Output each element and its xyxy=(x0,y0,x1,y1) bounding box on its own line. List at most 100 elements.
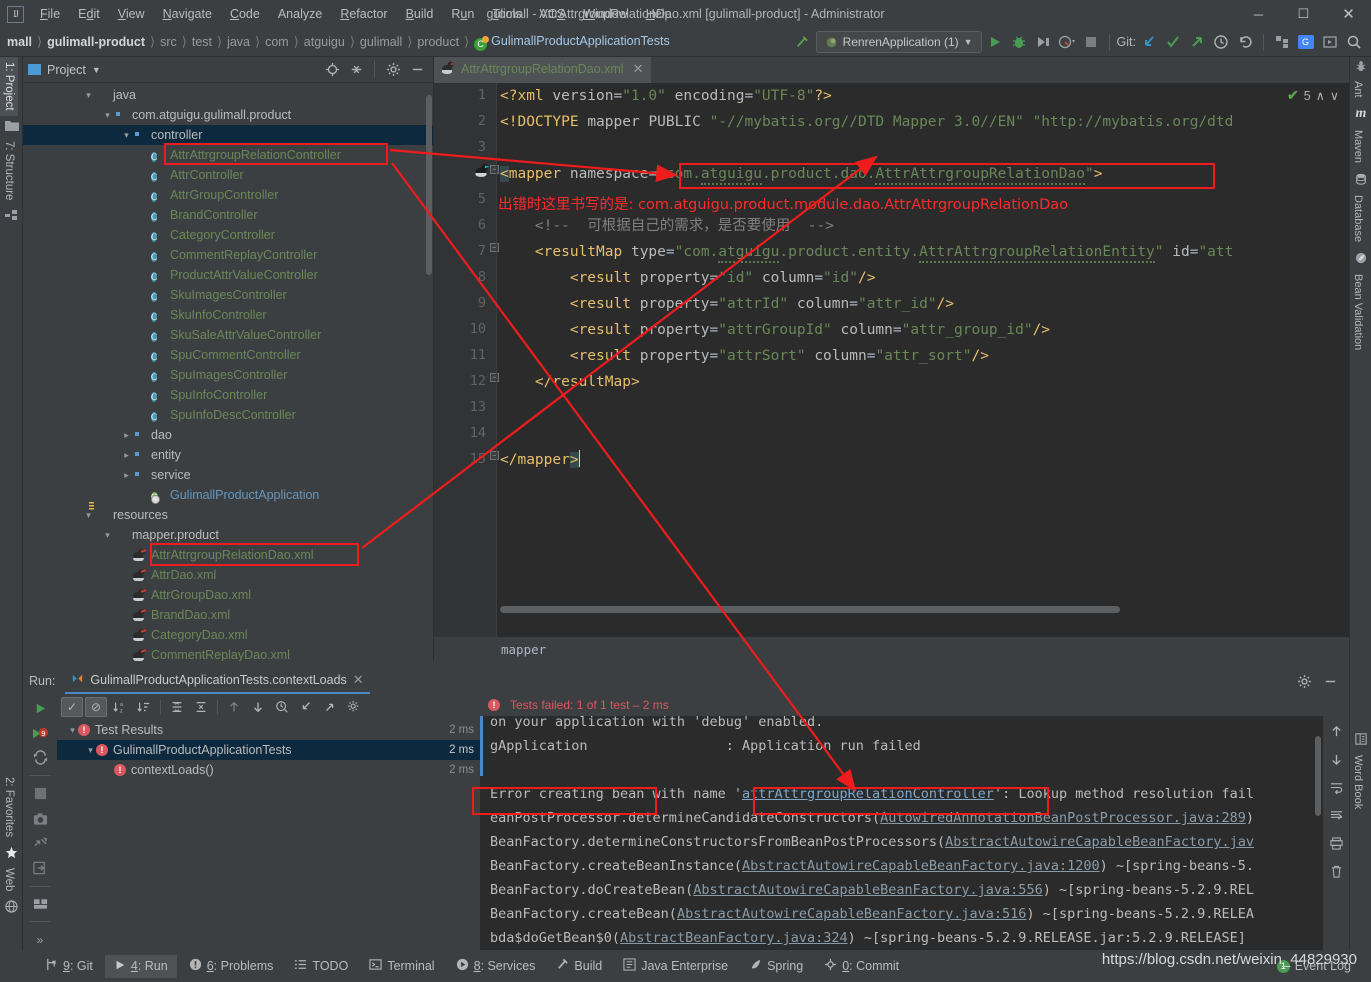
tree-expand-arrow[interactable]: ▾ xyxy=(102,110,113,121)
editor-body[interactable]: 123456789101112131415−−−− ✔ 5 ∧ ∨ <?xml … xyxy=(434,83,1349,637)
git-push-icon[interactable] xyxy=(1186,31,1208,53)
build-hammer-icon[interactable] xyxy=(792,31,814,53)
status-bar-item-run[interactable]: 4: Run xyxy=(104,954,177,978)
translate-icon[interactable]: G xyxy=(1295,31,1317,53)
preview-icon[interactable] xyxy=(1319,31,1341,53)
project-tree-row[interactable]: ▾ controller xyxy=(23,125,433,145)
chevron-down-icon[interactable]: ▼ xyxy=(92,65,101,75)
profiler-icon[interactable] xyxy=(1056,31,1078,53)
screenshot-icon[interactable] xyxy=(29,808,51,829)
menu-refactor[interactable]: Refactor xyxy=(331,4,396,24)
tool-tab-ant[interactable]: Ant xyxy=(1350,75,1366,104)
project-tree-row[interactable]: C SpuImagesController xyxy=(23,365,433,385)
tool-tab-word-book[interactable]: Word Book xyxy=(1350,749,1366,815)
clear-all-icon[interactable] xyxy=(1325,860,1347,882)
test-expand-arrow[interactable]: ▾ xyxy=(67,725,78,736)
menu-tools[interactable]: Tools xyxy=(483,4,530,24)
project-tree-row[interactable]: C SkuSaleAttrValueController xyxy=(23,325,433,345)
menu-code[interactable]: Code xyxy=(221,4,269,24)
menu-view[interactable]: View xyxy=(109,4,154,24)
locate-icon[interactable] xyxy=(321,59,343,81)
status-bar-item-spring[interactable]: Spring xyxy=(740,954,812,978)
project-tree-row[interactable]: AttrDao.xml xyxy=(23,565,433,585)
breadcrumb-item-0[interactable]: mall xyxy=(2,35,37,49)
sort-alphabetically-icon[interactable]: az xyxy=(109,697,131,717)
next-test-icon[interactable] xyxy=(247,697,269,717)
project-tree-row[interactable]: CommentReplayDao.xml xyxy=(23,645,433,661)
close-icon[interactable]: ✕ xyxy=(353,672,364,688)
project-tree-row[interactable]: C BrandController xyxy=(23,205,433,225)
stop-icon[interactable] xyxy=(1080,31,1102,53)
tool-tab-database[interactable]: Database xyxy=(1350,189,1366,248)
project-tree-row[interactable]: C ProductAttrValueController xyxy=(23,265,433,285)
breadcrumb-item-5[interactable]: com xyxy=(260,35,294,49)
status-bar-item-problems[interactable]: 6: Problems xyxy=(180,954,283,978)
project-tree-row[interactable]: C CategoryController xyxy=(23,225,433,245)
editor-tab-attr-attrgroup-relation-dao[interactable]: AttrAttrgroupRelationDao.xml ✕ xyxy=(434,57,652,83)
export-icon[interactable] xyxy=(29,833,51,854)
project-tree-row[interactable]: AttrGroupDao.xml xyxy=(23,585,433,605)
git-update-icon[interactable] xyxy=(1138,31,1160,53)
code-fold-marker[interactable]: − xyxy=(490,243,499,252)
breadcrumb-item-1[interactable]: gulimall-product xyxy=(42,35,150,49)
project-tree-row[interactable]: ▾ java xyxy=(23,85,433,105)
test-settings-gear-icon[interactable] xyxy=(343,697,365,717)
export-tests-icon[interactable] xyxy=(319,697,341,717)
scroll-up-icon[interactable] xyxy=(1325,720,1347,742)
rollback-icon[interactable] xyxy=(1234,31,1256,53)
close-button[interactable]: ✕ xyxy=(1326,0,1371,28)
tree-expand-arrow[interactable]: ▸ xyxy=(121,450,132,461)
tool-tab-structure[interactable]: 7: Structure xyxy=(0,136,18,205)
project-tree-row[interactable]: C AttrAttrgroupRelationController xyxy=(23,145,433,165)
project-tree-row[interactable]: C SpuInfoController xyxy=(23,385,433,405)
tool-tab-maven[interactable]: Maven xyxy=(1350,124,1366,169)
soft-wrap-icon[interactable] xyxy=(1325,776,1347,798)
status-bar-item-todo[interactable]: TODO xyxy=(285,954,357,978)
gear-icon[interactable] xyxy=(1293,670,1315,692)
tree-expand-arrow[interactable]: ▾ xyxy=(121,130,132,141)
tool-tab-project[interactable]: 1: Project xyxy=(0,57,18,116)
run-icon[interactable] xyxy=(984,31,1006,53)
project-scrollbar[interactable] xyxy=(426,95,432,275)
menu-vcs[interactable]: VCS xyxy=(531,4,575,24)
status-bar-item-javaenterprise[interactable]: Java Enterprise xyxy=(614,954,737,978)
layout-settings-icon[interactable] xyxy=(29,893,51,914)
menu-navigate[interactable]: Navigate xyxy=(154,4,221,24)
menu-analyze[interactable]: Analyze xyxy=(269,4,331,24)
run-tab-contextloads[interactable]: GulimallProductApplicationTests.contextL… xyxy=(65,668,370,694)
structure-icon[interactable] xyxy=(1271,31,1293,53)
console-scrollbar[interactable] xyxy=(1315,736,1321,816)
status-bar-item-git[interactable]: 9: Git xyxy=(36,954,102,978)
test-history-icon[interactable] xyxy=(271,697,293,717)
menu-edit[interactable]: Edit xyxy=(69,4,109,24)
gear-icon[interactable] xyxy=(382,59,404,81)
tool-tab-favorites[interactable]: 2: Favorites xyxy=(0,772,18,842)
project-tree-row[interactable]: ▾ com.atguigu.gulimall.product xyxy=(23,105,433,125)
status-bar-item-build[interactable]: Build xyxy=(547,954,611,978)
git-commit-icon[interactable] xyxy=(1162,31,1184,53)
inspection-widget[interactable]: ✔ 5 ∧ ∨ xyxy=(1287,87,1339,104)
project-tree-row[interactable]: C CommentReplayController xyxy=(23,245,433,265)
hide-panel-icon[interactable] xyxy=(1319,670,1341,692)
project-tree-row[interactable]: ▾ resources xyxy=(23,505,433,525)
breadcrumb-item-4[interactable]: java xyxy=(222,35,255,49)
menu-help[interactable]: Help xyxy=(637,4,681,24)
mybatis-gutter-icon[interactable] xyxy=(474,163,490,181)
test-tree-row[interactable]: ▾! GulimallProductApplicationTests 2 ms xyxy=(57,740,480,760)
project-tree-row[interactable]: ▸ service xyxy=(23,465,433,485)
debug-icon[interactable] xyxy=(1008,31,1030,53)
editor-gutter[interactable]: 123456789101112131415−−−− xyxy=(434,83,499,637)
breadcrumb-item-8[interactable]: product xyxy=(412,35,464,49)
expand-more-icon[interactable]: » xyxy=(29,929,51,950)
code-fold-marker[interactable]: − xyxy=(490,165,499,174)
minimize-button[interactable]: ─ xyxy=(1236,0,1281,28)
test-expand-arrow[interactable]: ▾ xyxy=(85,745,96,756)
import-icon[interactable] xyxy=(29,858,51,879)
prev-problem-icon[interactable]: ∧ xyxy=(1316,88,1325,103)
tool-tab-web[interactable]: Web xyxy=(0,863,18,896)
toggle-auto-test-icon[interactable] xyxy=(29,748,51,769)
menu-run[interactable]: Run xyxy=(442,4,483,24)
run-with-coverage-icon[interactable] xyxy=(1032,31,1054,53)
console-output[interactable]: on your application with 'debug' enabled… xyxy=(480,716,1349,950)
rerun-failed-tests-icon[interactable]: 9 xyxy=(29,723,51,744)
